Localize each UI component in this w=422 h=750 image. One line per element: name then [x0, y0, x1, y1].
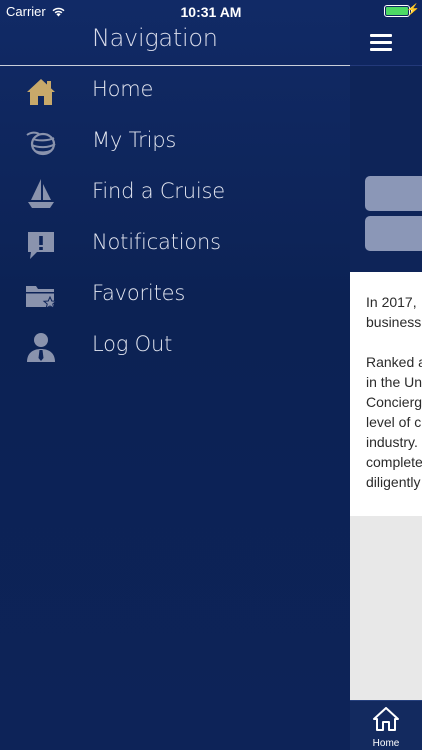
nav-item-label: Find a Cruise [92, 179, 225, 203]
text-line: industry. [366, 434, 418, 450]
globe-icon [24, 126, 58, 160]
status-bar: Carrier 10:31 AM ⚡ [0, 0, 422, 22]
charging-bolt-icon: ⚡ [406, 4, 420, 16]
nav-item-label: Log Out [92, 332, 173, 356]
tab-home[interactable]: Home [350, 701, 422, 750]
tab-bar: Home [350, 700, 422, 750]
text-line: diligently [366, 474, 421, 490]
notification-icon [24, 228, 58, 262]
nav-item-label: My Trips [92, 128, 177, 152]
status-time: 10:31 AM [180, 4, 242, 20]
nav-item-notifications[interactable]: Notifications [0, 219, 350, 270]
text-line: Concierg [366, 394, 422, 410]
nav-item-favorites[interactable]: Favorites [0, 270, 350, 321]
nav-item-label: Notifications [92, 230, 221, 254]
nav-item-label: Favorites [92, 281, 186, 305]
nav-item-log-out[interactable]: Log Out [0, 321, 350, 372]
text-line: complete [366, 454, 422, 470]
nav-item-find-a-cruise[interactable]: Find a Cruise [0, 168, 350, 219]
user-icon [24, 330, 58, 364]
text-line: in the Un [366, 374, 422, 390]
home-icon [373, 707, 399, 736]
tab-home-label: Home [372, 738, 400, 749]
main-content: In 2017, business Ranked a in the Un Con… [350, 0, 422, 750]
folder-star-icon [24, 279, 58, 313]
text-line: level of c [366, 414, 422, 430]
sailboat-icon [24, 177, 58, 211]
hamburger-menu-icon[interactable] [370, 34, 392, 51]
info-card-text: In 2017, business Ranked a in the Un Con… [366, 292, 422, 492]
text-line: business [366, 314, 422, 330]
text-line: Ranked a [366, 354, 422, 370]
text-line: In 2017, [366, 294, 417, 310]
nav-item-label: Home [92, 77, 154, 101]
nav-list: Home My Trips Find a Cruise Notification… [0, 66, 350, 372]
nav-item-my-trips[interactable]: My Trips [0, 117, 350, 168]
content-background [350, 516, 422, 700]
action-button[interactable] [365, 216, 422, 251]
info-card: In 2017, business Ranked a in the Un Con… [350, 272, 422, 516]
drawer-title: Navigation [92, 24, 218, 52]
home-icon [24, 75, 58, 109]
nav-item-home[interactable]: Home [0, 66, 350, 117]
action-button[interactable] [365, 176, 422, 211]
navigation-drawer: Navigation Home My Trips Find a Cruise N… [0, 0, 350, 750]
